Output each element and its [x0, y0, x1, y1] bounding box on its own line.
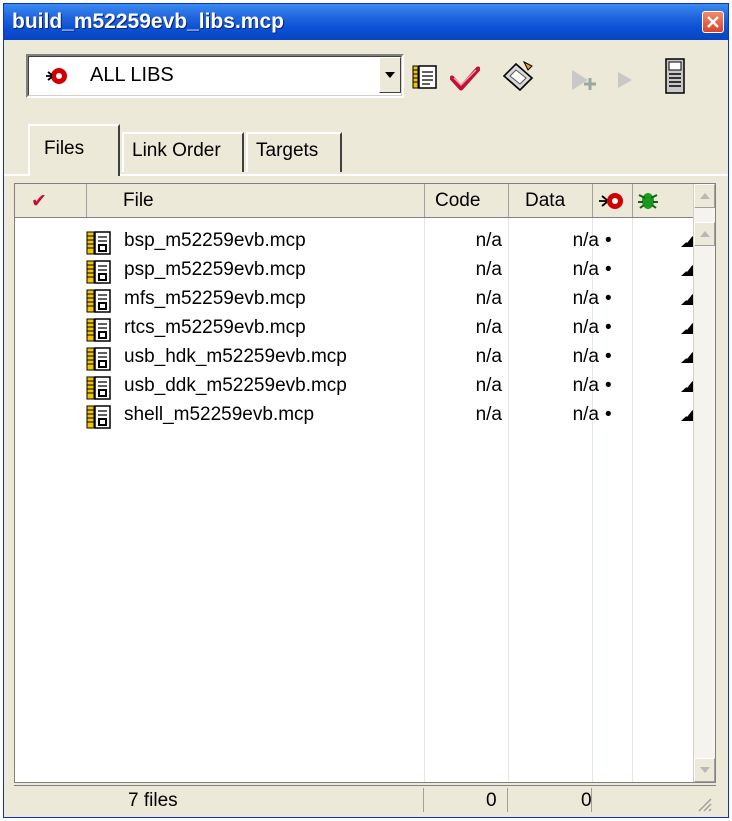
tab-targets[interactable]: Targets — [246, 132, 342, 172]
tab-link-order[interactable]: Link Order — [122, 132, 244, 172]
code-size: n/a — [475, 375, 502, 396]
status-divider — [507, 788, 508, 812]
data-column-header[interactable]: Data — [509, 184, 593, 217]
project-file-icon — [86, 405, 112, 434]
scroll-up-button[interactable] — [694, 184, 715, 208]
project-window: build_m52259evb_libs.mcp ALL LIBS Files … — [3, 3, 729, 818]
target-included-dot[interactable]: • — [605, 404, 612, 426]
debug-column-header[interactable] — [633, 184, 695, 217]
close-icon — [707, 16, 719, 28]
project-file-icon — [86, 405, 111, 429]
project-file-icon — [86, 231, 111, 255]
data-size: n/a — [572, 404, 599, 425]
check-syntax-icon[interactable] — [450, 66, 480, 92]
target-dropdown[interactable]: ALL LIBS — [26, 54, 404, 98]
data-size: n/a — [572, 230, 599, 251]
chevron-up-icon — [700, 193, 710, 199]
target-icon — [599, 193, 623, 209]
file-row[interactable]: psp_m52259evb.mcp n/a n/a • — [15, 257, 695, 286]
data-size: n/a — [572, 259, 599, 280]
file-count: 7 files — [128, 790, 178, 811]
title-bar[interactable]: build_m52259evb_libs.mcp — [4, 4, 728, 40]
target-included-dot[interactable]: • — [605, 259, 612, 281]
project-file-icon — [86, 318, 111, 342]
code-size: n/a — [475, 404, 502, 425]
code-size: n/a — [475, 230, 502, 251]
data-total: 0 — [581, 790, 592, 811]
project-inspector-icon[interactable] — [664, 58, 686, 94]
project-file-icon — [86, 376, 112, 405]
project-file-icon — [86, 347, 112, 376]
bug-icon — [638, 193, 658, 209]
project-file-icon — [86, 289, 112, 318]
data-size: n/a — [572, 317, 599, 338]
project-file-icon — [86, 289, 111, 313]
file-list: ✔ File Code Data bsp_m52259evb.mcp n/a n… — [14, 183, 716, 783]
data-size: n/a — [572, 346, 599, 367]
file-row[interactable]: rtcs_m52259evb.mcp n/a n/a • — [15, 315, 695, 344]
file-row[interactable]: shell_m52259evb.mcp n/a n/a • — [15, 402, 695, 431]
code-column-header[interactable]: Code — [425, 184, 509, 217]
make-icon[interactable] — [502, 60, 536, 92]
file-row[interactable]: usb_ddk_m52259evb.mcp n/a n/a • — [15, 373, 695, 402]
code-size: n/a — [475, 259, 502, 280]
dropdown-arrow-button[interactable] — [379, 57, 401, 93]
file-name: mfs_m52259evb.mcp — [124, 288, 306, 309]
chevron-down-icon — [385, 72, 395, 78]
file-row[interactable]: mfs_m52259evb.mcp n/a n/a • — [15, 286, 695, 315]
run-icon[interactable] — [616, 70, 636, 90]
vertical-scrollbar[interactable] — [693, 184, 715, 782]
check-column-header[interactable]: ✔ — [15, 184, 87, 217]
target-selected: ALL LIBS — [90, 64, 174, 86]
status-bar: 7 files 0 0 — [14, 785, 716, 814]
file-name: usb_ddk_m52259evb.mcp — [124, 375, 347, 396]
resize-grip-icon[interactable] — [696, 796, 712, 812]
target-included-dot[interactable]: • — [605, 317, 612, 339]
target-included-dot[interactable]: • — [605, 346, 612, 368]
project-file-icon — [86, 260, 112, 289]
close-button[interactable] — [702, 11, 724, 33]
data-size: n/a — [572, 288, 599, 309]
file-name: shell_m52259evb.mcp — [124, 404, 315, 425]
file-row[interactable]: bsp_m52259evb.mcp n/a n/a • — [15, 228, 695, 257]
project-file-icon — [86, 347, 111, 371]
code-size: n/a — [475, 288, 502, 309]
data-size: n/a — [572, 375, 599, 396]
scroll-up-button-inner[interactable] — [694, 222, 715, 246]
debug-icon[interactable] — [570, 68, 600, 94]
target-included-dot[interactable]: • — [605, 288, 612, 310]
file-row[interactable]: usb_hdk_m52259evb.mcp n/a n/a • — [15, 344, 695, 373]
project-file-icon — [86, 318, 112, 347]
file-column-header[interactable]: File — [87, 184, 425, 217]
list-header: ✔ File Code Data — [15, 184, 695, 218]
tab-files[interactable]: Files — [28, 124, 120, 176]
settings-icon[interactable] — [412, 64, 438, 90]
code-total: 0 — [486, 790, 497, 811]
chevron-up-icon — [700, 231, 710, 237]
code-size: n/a — [475, 317, 502, 338]
target-column-header[interactable] — [593, 184, 633, 217]
project-file-icon — [86, 260, 111, 284]
target-included-dot[interactable]: • — [605, 230, 612, 252]
status-divider — [423, 788, 424, 812]
project-file-icon — [86, 231, 112, 260]
window-title: build_m52259evb_libs.mcp — [12, 10, 284, 33]
file-name: psp_m52259evb.mcp — [124, 259, 306, 280]
file-name: bsp_m52259evb.mcp — [124, 230, 306, 251]
code-size: n/a — [475, 346, 502, 367]
status-divider — [591, 788, 592, 812]
file-name: rtcs_m52259evb.mcp — [124, 317, 306, 338]
scroll-down-button[interactable] — [694, 758, 715, 782]
chevron-down-icon — [700, 767, 710, 773]
target-included-dot[interactable]: • — [605, 375, 612, 397]
file-name: usb_hdk_m52259evb.mcp — [124, 346, 347, 367]
target-icon — [46, 68, 67, 84]
project-file-icon — [86, 376, 111, 400]
